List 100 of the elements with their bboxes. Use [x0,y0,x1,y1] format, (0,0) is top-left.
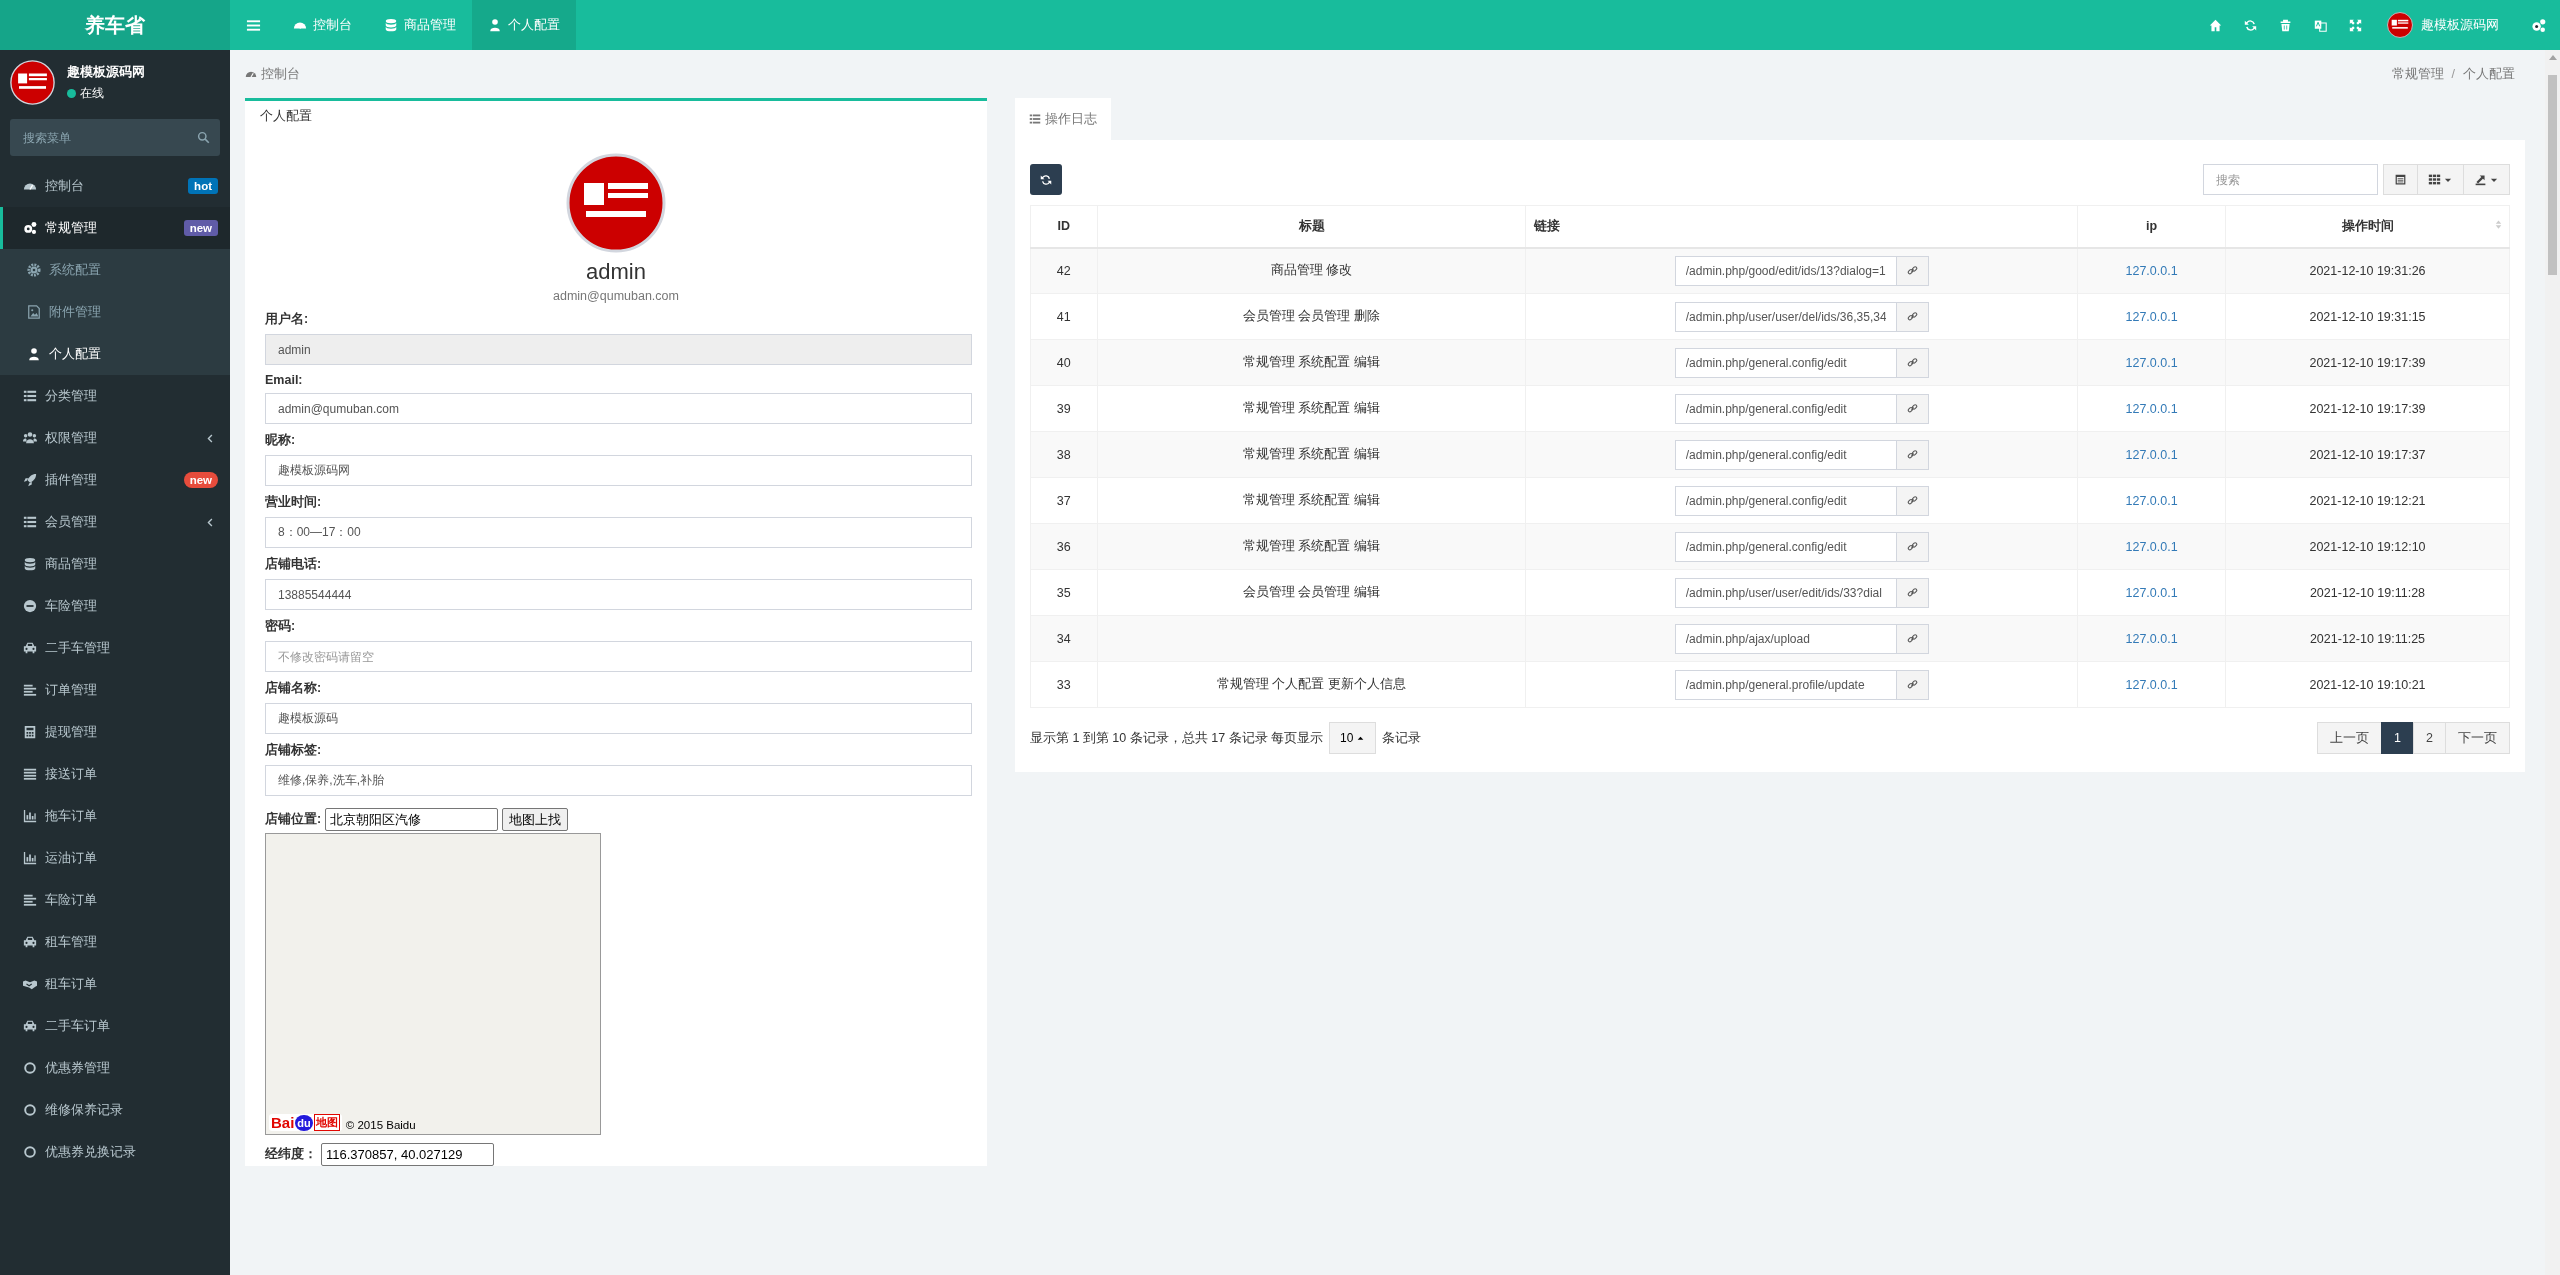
database-icon [23,557,37,571]
sidebar-item[interactable]: 优惠券兑换记录 [0,1131,230,1173]
sidebar-item[interactable]: 分类管理 [0,375,230,417]
input-field[interactable]: 北京朝阳区汽修 [325,808,499,831]
open-link-button[interactable] [1896,301,1929,332]
open-link-button[interactable] [1896,623,1929,654]
url-field[interactable]: /admin.php/general.config/edit [1674,347,1897,378]
field-label: 店铺名称: [265,680,323,697]
ip-link[interactable]: 127.0.0.1 [2125,355,2178,370]
sidebar-item[interactable]: 控制台 [0,165,189,207]
input-field[interactable]: 趣模板源码网 [265,455,972,486]
open-link-button[interactable] [1896,393,1929,424]
column-header[interactable]: 操作时间 [2341,217,2394,235]
open-link-button[interactable] [1896,531,1929,562]
page-size-dropdown[interactable]: 10 [1329,722,1377,754]
url-field[interactable]: /admin.php/user/user/del/ids/36,35,34 [1674,301,1897,332]
ip-link[interactable]: 127.0.0.1 [2125,309,2178,324]
url-field[interactable]: /admin.php/general.profile/update [1674,669,1897,700]
bars-icon [23,767,37,781]
breadcrumb-link[interactable]: 控制台 [245,65,300,83]
translate-icon [2314,18,2327,32]
search-field[interactable]: 搜索菜单 [10,119,220,156]
ip-link[interactable]: 127.0.0.1 [2125,493,2178,508]
ip-link[interactable]: 127.0.0.1 [2125,677,2178,692]
sidebar-item[interactable]: 车险管理 [0,585,230,627]
sidebar-item[interactable]: 插件管理 [0,459,184,501]
sidebar-item[interactable]: 租车管理 [0,921,230,963]
toggle-view-button[interactable] [2383,164,2418,195]
url-field[interactable]: /admin.php/general.config/edit [1674,531,1897,562]
link-icon [1906,357,1918,368]
sidebar-item[interactable]: 提现管理 [0,711,230,753]
sidebar-item[interactable]: 维修保养记录 [0,1089,230,1131]
url-field[interactable]: /admin.php/general.config/edit [1674,393,1897,424]
open-link-button[interactable] [1896,255,1929,286]
sidebar-item[interactable]: 接送订单 [0,753,230,795]
table-cell: 34 [1056,631,1071,646]
open-link-button[interactable] [1896,347,1929,378]
sidebar-item[interactable]: 二手车管理 [0,627,230,669]
trash-icon [2279,18,2292,32]
sidebar-item[interactable]: 权限管理 [0,417,205,459]
input-field[interactable]: 趣模板源码 [265,703,972,734]
column-header[interactable]: 链接 [1534,218,1561,233]
page-button[interactable]: 上一页 [2317,722,2383,754]
field-label: 密码: [265,618,297,635]
url-field[interactable]: /admin.php/ajax/upload [1674,623,1897,654]
input-field[interactable]: 116.370857, 40.027129 [321,1143,494,1166]
ip-link[interactable]: 127.0.0.1 [2125,263,2178,278]
sidebar-item[interactable]: 车险订单 [0,879,230,921]
input-field[interactable]: 8：00—17：00 [265,517,972,548]
ip-link[interactable]: 127.0.0.1 [2125,401,2178,416]
url-field[interactable]: /admin.php/user/user/edit/ids/33?dial [1674,577,1897,608]
page-button[interactable]: 2 [2413,722,2446,754]
sidebar-item[interactable]: 优惠券管理 [0,1047,230,1089]
sidebar-item[interactable]: 二手车订单 [0,1005,230,1047]
sidebar-item[interactable]: 商品管理 [0,543,230,585]
sidebar-item[interactable]: 运油订单 [0,837,230,879]
app-title: 养车省 [0,0,230,50]
page-button[interactable]: 1 [2381,722,2415,754]
open-link-button[interactable] [1896,439,1929,470]
columns-button[interactable] [2417,164,2464,195]
car-icon [23,935,37,949]
input-field[interactable]: 13885544444 [265,579,972,610]
ip-link[interactable]: 127.0.0.1 [2125,539,2178,554]
lines-icon [23,683,37,697]
sidebar-item[interactable]: 会员管理 [0,501,205,543]
sidebar-item[interactable]: 订单管理 [0,669,230,711]
lines-icon [23,893,37,907]
open-link-button[interactable] [1896,485,1929,516]
sidebar-item[interactable]: 附件管理 [0,291,230,333]
database-icon [384,18,398,32]
ip-link[interactable]: 127.0.0.1 [2125,447,2178,462]
sidebar-item[interactable]: 系统配置 [0,249,230,291]
sidebar-item[interactable]: 拖车订单 [0,795,230,837]
search-field[interactable]: 搜索 [2203,164,2378,195]
url-field[interactable]: /admin.php/general.config/edit [1674,485,1897,516]
open-link-button[interactable] [1896,669,1929,700]
avatar [2387,12,2413,38]
map-view[interactable]: Bai du 地图 © 2015 Baidu [265,833,601,1135]
url-field[interactable]: /admin.php/general.config/edit [1674,439,1897,470]
input-field[interactable]: 不修改密码请留空 [265,641,972,672]
input-field[interactable]: 维修,保养,洗车,补胎 [265,765,972,796]
gears-icon [2531,17,2546,33]
refresh-button[interactable] [1030,164,1062,195]
column-header[interactable]: ip [2146,219,2158,234]
input-field[interactable]: admin@qumuban.com [265,393,972,424]
column-header[interactable]: 标题 [1298,217,1325,235]
url-field[interactable]: /admin.php/good/edit/ids/13?dialog=1 [1674,255,1897,286]
export-button[interactable] [2463,164,2510,195]
ip-link[interactable]: 127.0.0.1 [2125,631,2178,646]
sidebar-item[interactable]: 租车订单 [0,963,230,1005]
breadcrumb-item[interactable]: 常规管理 [2391,65,2444,83]
page-button[interactable]: 下一页 [2445,722,2510,754]
sidebar-item[interactable]: 个人配置 [0,333,230,375]
map-search-button[interactable]: 地图上找 [502,808,569,831]
column-header[interactable]: ID [1057,219,1070,234]
tab[interactable]: 操作日志 [1015,98,1111,140]
open-link-button[interactable] [1896,577,1929,608]
ip-link[interactable]: 127.0.0.1 [2125,585,2178,600]
user-status: 在线 [80,84,104,102]
scrollbar[interactable] [2545,50,2560,1275]
